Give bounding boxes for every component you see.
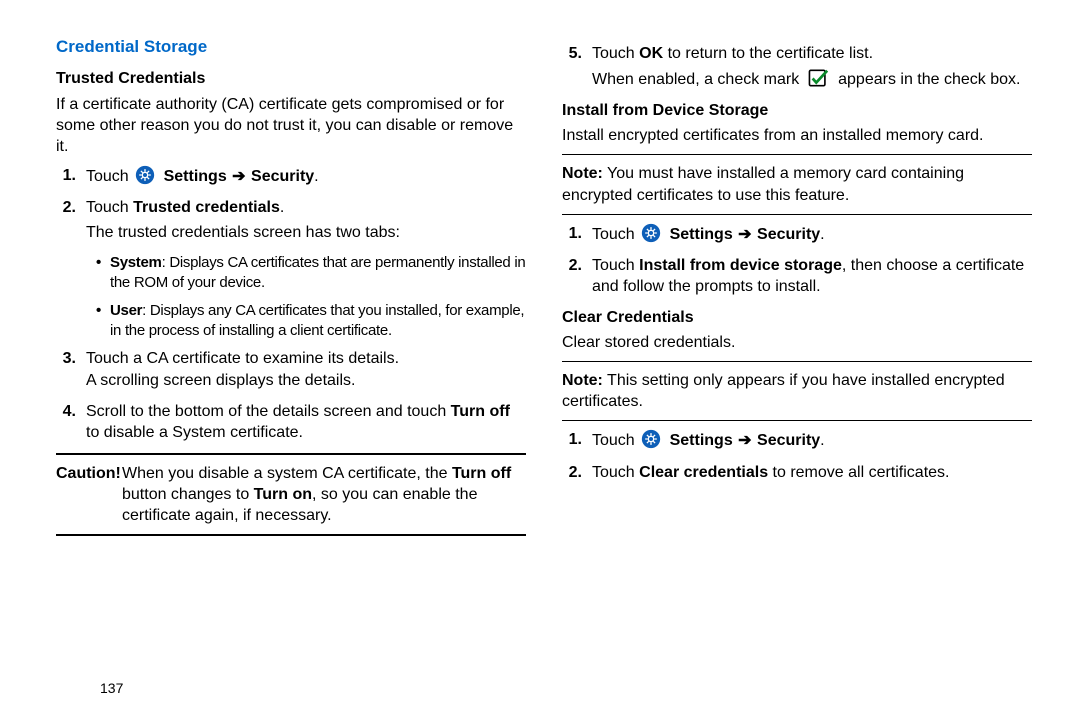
- divider: [562, 154, 1032, 155]
- section-title-credential-storage: Credential Storage: [56, 36, 526, 58]
- step-body: Touch a CA certificate to examine its de…: [86, 348, 526, 390]
- text: Touch: [592, 257, 639, 274]
- text-security: Security: [757, 432, 820, 449]
- bullet-system: System: Displays CA certificates that ar…: [96, 253, 526, 293]
- bullet-label: System: [110, 254, 162, 271]
- settings-gear-icon: [135, 165, 155, 185]
- install-body: Install encrypted certificates from an i…: [562, 125, 1032, 146]
- step-number: 1.: [562, 429, 592, 450]
- text-clear-credentials: Clear credentials: [639, 464, 768, 481]
- step-body: Touch Settings ➔ Security.: [592, 223, 1032, 245]
- left-column: Credential Storage Trusted Credentials I…: [56, 36, 526, 544]
- text: This setting only appears if you have in…: [562, 372, 1005, 410]
- text: Touch a CA certificate to examine its de…: [86, 348, 526, 369]
- text: : Displays CA certificates that are perm…: [110, 254, 525, 291]
- divider: [56, 534, 526, 536]
- divider: [56, 453, 526, 455]
- text: to return to the certificate list.: [663, 45, 873, 62]
- text: to remove all certificates.: [768, 464, 949, 481]
- text: Touch: [592, 45, 639, 62]
- step-body: Touch Settings ➔ Security.: [86, 165, 526, 187]
- checkmark-icon: [808, 68, 830, 88]
- step-body: Touch Settings ➔ Security.: [592, 429, 1032, 451]
- trusted-tabs-bullets: System: Displays CA certificates that ar…: [96, 253, 526, 340]
- divider: [562, 361, 1032, 362]
- step-number: 4.: [56, 401, 86, 422]
- caution-label: Caution!: [56, 465, 121, 482]
- arrow-icon: ➔: [738, 224, 751, 245]
- settings-gear-icon: [641, 223, 661, 243]
- caution-block: Caution! When you disable a system CA ce…: [56, 463, 526, 526]
- arrow-icon: ➔: [232, 166, 245, 187]
- divider: [562, 420, 1032, 421]
- text-security: Security: [251, 168, 314, 185]
- note-label: Note:: [562, 165, 603, 182]
- subhead-clear-credentials: Clear Credentials: [562, 307, 1032, 328]
- trusted-intro: If a certificate authority (CA) certific…: [56, 94, 526, 157]
- clear-steps: 1. Touch Settings ➔ Security. 2. Touch C…: [562, 429, 1032, 482]
- text: appears in the check box.: [838, 71, 1020, 88]
- step-number: 1.: [562, 223, 592, 244]
- text: Touch: [86, 168, 133, 185]
- caution-body: When you disable a system CA certificate…: [122, 463, 526, 526]
- subhead-trusted-credentials: Trusted Credentials: [56, 68, 526, 89]
- text: Touch: [86, 199, 133, 216]
- text-security: Security: [757, 226, 820, 243]
- bullet-label: User: [110, 302, 142, 319]
- right-column: 5. Touch OK to return to the certificate…: [562, 36, 1032, 544]
- step-body: Scroll to the bottom of the details scre…: [86, 401, 526, 443]
- step-number: 5.: [562, 43, 592, 64]
- clear-note: Note: This setting only appears if you h…: [562, 370, 1032, 412]
- text-turnoff: Turn off: [452, 465, 511, 482]
- step-number: 2.: [562, 462, 592, 483]
- text: You must have installed a memory card co…: [562, 165, 964, 203]
- text-trusted-credentials: Trusted credentials: [133, 199, 280, 216]
- step-body: Touch Install from device storage, then …: [592, 255, 1032, 297]
- text-turnoff: Turn off: [451, 403, 510, 420]
- text: Touch: [592, 432, 639, 449]
- text: Scroll to the bottom of the details scre…: [86, 403, 451, 420]
- divider: [562, 214, 1032, 215]
- text-settings: Settings: [164, 168, 227, 185]
- text: The trusted credentials screen has two t…: [86, 222, 526, 243]
- text: Touch: [592, 226, 639, 243]
- text: Touch: [592, 464, 639, 481]
- text-install-from-device-storage: Install from device storage: [639, 257, 842, 274]
- text-settings: Settings: [670, 432, 733, 449]
- manual-page: Credential Storage Trusted Credentials I…: [0, 0, 1080, 578]
- install-steps: 1. Touch Settings ➔ Security. 2. Touch I…: [562, 223, 1032, 297]
- bullet-user: User: Displays any CA certificates that …: [96, 301, 526, 341]
- text: : Displays any CA certificates that you …: [110, 302, 524, 339]
- trusted-steps-cont2: 5. Touch OK to return to the certificate…: [562, 43, 1032, 90]
- text-ok: OK: [639, 45, 663, 62]
- step-body: Touch Clear credentials to remove all ce…: [592, 462, 1032, 483]
- clear-body: Clear stored credentials.: [562, 332, 1032, 353]
- text: to disable a System certificate.: [86, 424, 303, 441]
- page-number: 137: [100, 680, 123, 696]
- text: button changes to: [122, 486, 254, 503]
- step-body: Touch Trusted credentials. The trusted c…: [86, 197, 526, 243]
- step-number: 3.: [56, 348, 86, 369]
- text: A scrolling screen displays the details.: [86, 370, 526, 391]
- step-number: 1.: [56, 165, 86, 186]
- trusted-steps: 1. Touch Settings ➔ Security. 2. Touch T…: [56, 165, 526, 243]
- text: When enabled, a check mark: [592, 71, 804, 88]
- text-turnon: Turn on: [254, 486, 312, 503]
- note-label: Note:: [562, 372, 603, 389]
- step-number: 2.: [56, 197, 86, 218]
- step-number: 2.: [562, 255, 592, 276]
- install-note: Note: You must have installed a memory c…: [562, 163, 1032, 205]
- settings-gear-icon: [641, 429, 661, 449]
- step-body: Touch OK to return to the certificate li…: [592, 43, 1032, 90]
- text-settings: Settings: [670, 226, 733, 243]
- subhead-install-from-device-storage: Install from Device Storage: [562, 100, 1032, 121]
- trusted-steps-cont: 3. Touch a CA certificate to examine its…: [56, 348, 526, 442]
- arrow-icon: ➔: [738, 430, 751, 451]
- text: When you disable a system CA certificate…: [122, 465, 452, 482]
